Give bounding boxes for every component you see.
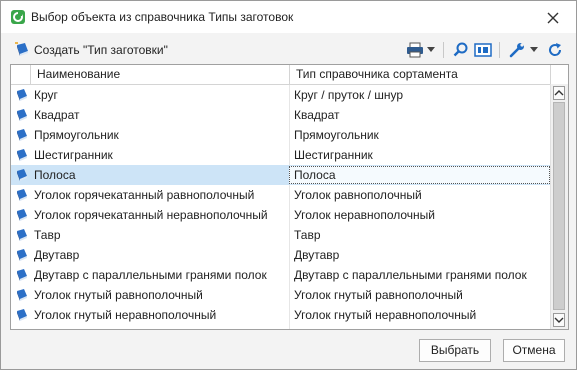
dropdown-arrow-icon bbox=[530, 47, 538, 52]
reference-book-icon bbox=[15, 108, 29, 122]
scroll-down-button[interactable] bbox=[553, 313, 565, 327]
table-row[interactable]: Уголок горячекатанный равнополочный Уголо… bbox=[11, 185, 551, 205]
cell-type: Уголок гнутый равнополочный bbox=[294, 288, 463, 302]
cell-type: Тавр bbox=[294, 228, 321, 242]
column-header-name[interactable]: Наименование bbox=[31, 65, 290, 84]
table-row[interactable]: Квадрат Квадрат bbox=[11, 105, 551, 125]
cell-name: Уголок гнутый неравнополочный bbox=[34, 308, 217, 322]
toolbar: Создать "Тип заготовки" bbox=[1, 34, 576, 64]
select-button[interactable]: Выбрать bbox=[419, 339, 491, 362]
dropdown-arrow-icon bbox=[427, 47, 435, 52]
settings-dropdown-button[interactable] bbox=[530, 41, 538, 59]
search-icon bbox=[453, 42, 468, 57]
table-row[interactable]: Двутавр с параллельными гранями полок Дву… bbox=[11, 265, 551, 285]
cell-name: Тавр bbox=[34, 228, 61, 242]
print-dropdown-button[interactable] bbox=[427, 41, 435, 59]
reference-book-icon bbox=[15, 228, 29, 242]
title-bar: Выбор объекта из справочника Типы загото… bbox=[1, 1, 576, 33]
view-toggle-button[interactable] bbox=[474, 41, 492, 59]
view-toggle-icon bbox=[474, 43, 492, 57]
cell-type: Уголок равнополочный bbox=[294, 188, 422, 202]
cell-name: Квадрат bbox=[34, 108, 80, 122]
dialog-window: Выбор объекта из справочника Типы загото… bbox=[0, 0, 577, 370]
close-button[interactable] bbox=[541, 5, 565, 29]
print-button[interactable] bbox=[406, 41, 424, 59]
cell-name: Двутавр bbox=[34, 248, 80, 262]
table-row[interactable]: Шестигранник Шестигранник bbox=[11, 145, 551, 165]
reference-book-icon bbox=[15, 188, 29, 202]
settings-wrench-icon bbox=[509, 43, 524, 58]
refresh-button[interactable] bbox=[547, 41, 563, 59]
table-row[interactable]: Двутавр Двутавр bbox=[11, 245, 551, 265]
table-row[interactable]: Уголок горячекатанный неравнополочный Уго… bbox=[11, 205, 551, 225]
column-header-type[interactable]: Тип справочника сортамента bbox=[290, 65, 551, 84]
cell-type: Двутавр с параллельными гранями полок bbox=[294, 268, 527, 282]
reference-book-icon bbox=[15, 268, 29, 282]
chevron-up-icon bbox=[554, 90, 564, 96]
create-button-label: Создать "Тип заготовки" bbox=[34, 43, 168, 57]
reference-book-icon bbox=[15, 168, 29, 182]
reference-book-icon bbox=[15, 288, 29, 302]
toolbar-separator bbox=[443, 42, 444, 58]
data-grid: Наименование Тип справочника сортамента … bbox=[10, 64, 569, 330]
grid-rows: Круг Круг / пруток / шнур Квадрат Квадрат Пр… bbox=[11, 85, 551, 325]
table-row[interactable]: Прямоугольник Прямоугольник bbox=[11, 125, 551, 145]
cell-name: Уголок гнутый равнополочный bbox=[34, 288, 203, 302]
cell-type: Уголок гнутый неравнополочный bbox=[294, 308, 477, 322]
table-row[interactable]: Круг Круг / пруток / шнур bbox=[11, 85, 551, 105]
cell-type: Квадрат bbox=[294, 108, 340, 122]
scrollbar-thumb[interactable] bbox=[553, 102, 565, 310]
cancel-button[interactable]: Отмена bbox=[503, 339, 565, 362]
reference-book-icon bbox=[15, 88, 29, 102]
grid-header: Наименование Тип справочника сортамента bbox=[11, 65, 551, 85]
new-item-book-icon bbox=[15, 42, 28, 56]
cell-name: Прямоугольник bbox=[34, 128, 119, 142]
close-icon bbox=[547, 12, 559, 24]
cell-type: Шестигранник bbox=[294, 148, 373, 162]
header-icon-column bbox=[11, 65, 31, 84]
create-type-button[interactable]: Создать "Тип заготовки" bbox=[14, 40, 168, 60]
toolbar-separator bbox=[499, 42, 500, 58]
cell-type: Уголок неравнополочный bbox=[294, 208, 435, 222]
table-row[interactable]: Уголок гнутый равнополочный Уголок гнутый… bbox=[11, 285, 551, 305]
reference-book-icon bbox=[15, 148, 29, 162]
cell-name: Круг bbox=[34, 88, 58, 102]
cell-type: Полоса bbox=[294, 168, 336, 182]
app-logo-icon bbox=[10, 9, 26, 25]
table-row[interactable]: Полоса Полоса bbox=[11, 165, 551, 185]
cell-type: Прямоугольник bbox=[294, 128, 379, 142]
reference-book-icon bbox=[15, 208, 29, 222]
window-title: Выбор объекта из справочника Типы загото… bbox=[31, 10, 294, 24]
vertical-scrollbar[interactable] bbox=[550, 84, 568, 329]
print-icon bbox=[407, 42, 423, 58]
cell-type: Двутавр bbox=[294, 248, 340, 262]
reference-book-icon bbox=[15, 128, 29, 142]
search-button[interactable] bbox=[453, 41, 469, 59]
cell-name: Уголок горячекатанный равнополочный bbox=[34, 188, 255, 202]
cell-name: Уголок горячекатанный неравнополочный bbox=[34, 208, 268, 222]
cell-name: Двутавр с параллельными гранями полок bbox=[34, 268, 267, 282]
table-row[interactable]: Тавр Тавр bbox=[11, 225, 551, 245]
cell-name: Шестигранник bbox=[34, 148, 113, 162]
reference-book-icon bbox=[15, 308, 29, 322]
settings-button[interactable] bbox=[509, 41, 527, 59]
scroll-up-button[interactable] bbox=[553, 86, 565, 100]
cell-type: Круг / пруток / шнур bbox=[294, 88, 404, 102]
reference-book-icon bbox=[15, 248, 29, 262]
refresh-icon bbox=[549, 43, 562, 56]
table-row[interactable]: Уголок гнутый неравнополочный Уголок гнут… bbox=[11, 305, 551, 325]
cell-name: Полоса bbox=[34, 168, 76, 182]
chevron-down-icon bbox=[554, 317, 564, 323]
